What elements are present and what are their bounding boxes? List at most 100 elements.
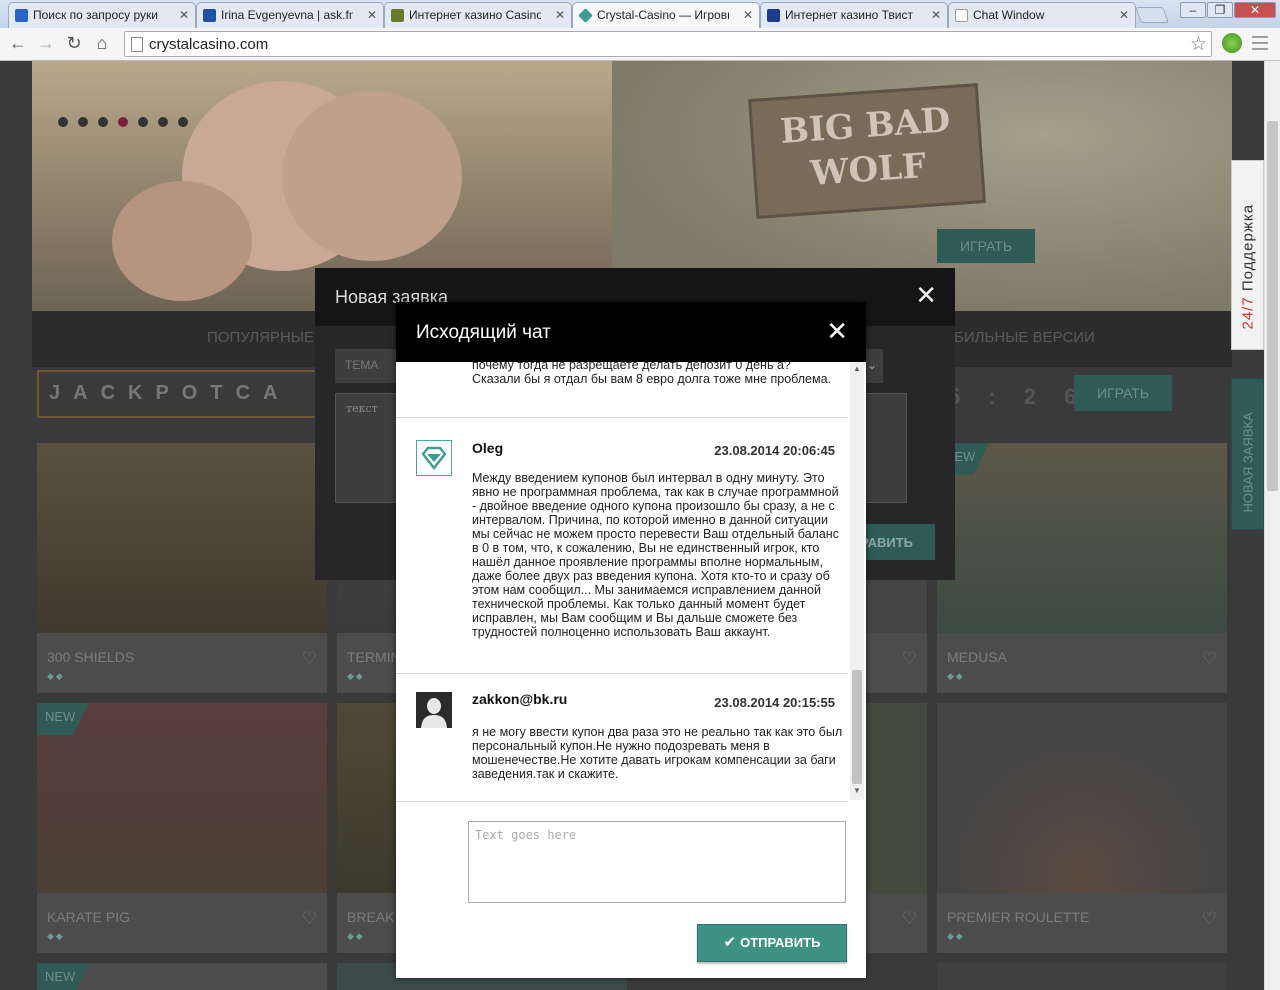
tab-close-icon[interactable]: ✕ [555,8,565,22]
browser-tab[interactable]: Irina Evgenyevna | ask.fm/ ✕ [196,2,384,28]
page-scrollbar-thumb[interactable] [1267,121,1278,491]
tab-close-icon[interactable]: ✕ [743,8,753,22]
bookmark-star-icon[interactable]: ☆ [1190,33,1207,56]
heart-icon[interactable]: ♡ [1202,909,1217,929]
close-icon[interactable]: ✕ [915,282,937,308]
nav-mobile[interactable]: БИЛЬНЫЕ ВЕРСИИ [954,329,1095,346]
heart-icon[interactable]: ♡ [902,649,917,669]
page-scrollbar[interactable] [1264,61,1280,990]
rating-diamonds: ◆◆ [947,671,965,681]
user-silhouette-icon [416,692,452,728]
game-card[interactable]: NEW KARATE PIG ♡ ◆◆ [37,703,327,953]
slider-dot[interactable] [58,117,68,127]
game-card[interactable]: 300 SHIELDS ♡ ◆◆ [37,443,327,693]
message-text: Между введением купонов был интервал в о… [472,471,839,639]
support-label: Поддержка [1239,203,1257,292]
heart-icon[interactable]: ♡ [1202,649,1217,669]
close-icon[interactable]: ✕ [826,318,848,344]
chat-history[interactable]: почему тогда не разрещаете делать депози… [396,362,866,802]
message-divider [396,801,848,802]
game-card[interactable] [937,963,1227,990]
diamond-icon [416,440,452,476]
browser-toolbar: ← → ↻ ⌂ crystalcasino.com ☆ — — — [0,28,1280,61]
game-card[interactable]: PREMIER ROULETTE ♡ ◆◆ [937,703,1227,953]
casino-icon [391,9,404,22]
new-tab-button[interactable] [1135,7,1169,23]
slider-dot-active[interactable] [118,117,128,127]
message-text: я не могу ввести купон два раза это не р… [472,725,843,781]
scroll-down-icon[interactable]: ▼ [853,786,861,795]
browser-tab[interactable]: Поиск по запросу руки ✕ [8,2,196,28]
banner-play-button[interactable]: ИГРАТЬ [937,229,1035,263]
slider-dot[interactable] [98,117,108,127]
game-card[interactable]: NEW MEDUSA ♡ ◆◆ [937,443,1227,693]
pig-image [282,91,462,261]
tab-label: Chat Window [973,8,1045,22]
heart-icon[interactable]: ♡ [902,909,917,929]
browser-tab[interactable]: Интернет казино Casinome ✕ [384,2,572,28]
twist-icon [767,9,780,22]
diamond-icon [578,8,593,23]
chevron-down-icon[interactable]: ⌄ [865,349,883,383]
tab-close-icon[interactable]: ✕ [367,8,377,22]
browser-tab[interactable]: Интернет казино Твист | К ✕ [760,2,948,28]
slider-dot[interactable] [138,117,148,127]
page-icon [955,9,968,22]
browser-tab-active[interactable]: Crystal-Casino — Игровые ✕ [572,2,760,28]
minimize-button[interactable]: – [1180,2,1206,18]
chat-input[interactable] [469,822,845,902]
browser-tab[interactable]: Chat Window ✕ [948,2,1136,28]
game-name: 300 SHIELDS [47,649,135,665]
new-request-side-tab[interactable]: НОВАЯ ЗАЯВКА [1231,378,1264,530]
forward-arrow-icon[interactable]: → [34,32,58,56]
window-close-button[interactable]: ✕ [1234,2,1276,18]
support-hours: 24/7 [1239,296,1257,330]
tab-label: Crystal-Casino — Игровые [597,8,729,22]
video-icon [15,9,28,22]
scroll-up-icon[interactable]: ▲ [853,364,861,373]
heart-icon[interactable]: ♡ [302,649,317,669]
chat-scrollbar-thumb[interactable] [852,670,862,784]
chat-input-box[interactable] [468,821,846,903]
slider-dot[interactable] [158,117,168,127]
game-name: BREAK [347,909,395,925]
jackpot-play-button[interactable]: ИГРАТЬ [1074,375,1172,411]
chat-send-button[interactable]: ✔ ОТПРАВИТЬ [697,924,847,962]
tab-close-icon[interactable]: ✕ [1119,8,1129,22]
slider-dot[interactable] [178,117,188,127]
outgoing-chat-modal: Исходящий чат ✕ почему тогда не разрещае… [396,302,866,978]
game-art [937,443,1227,633]
checkmark-icon: ✔ [723,934,737,951]
jackpot-logo: JACKPOTCA [37,370,327,418]
game-name: MEDUSA [947,649,1007,665]
chat-header: Исходящий чат ✕ [396,302,866,362]
support-tab[interactable]: 24/7 Поддержка [1231,160,1264,350]
browser-tabstrip: Поиск по запросу руки ✕ Irina Evgenyevna… [0,0,1280,28]
game-name: TERMIN [347,649,401,665]
address-bar[interactable]: crystalcasino.com ☆ [124,31,1212,57]
banner-logo: BIG BAD WOLF [748,83,986,219]
nav-popular[interactable]: ПОПУЛЯРНЫЕ [207,329,314,346]
previous-message-text: почему тогда не разрещаете делать депози… [472,362,832,386]
back-arrow-icon[interactable]: ← [6,32,30,56]
tab-close-icon[interactable]: ✕ [179,8,189,22]
game-art [37,443,327,633]
jackpot-timer: 5 : 2 6 [948,384,1088,409]
extension-icon[interactable] [1222,33,1242,53]
game-name: KARATE PIG [47,909,130,925]
slider-dot[interactable] [78,117,88,127]
message-divider [396,673,848,674]
game-art [937,703,1227,893]
reload-icon[interactable]: ↻ [62,32,86,56]
menu-icon[interactable]: — — — [1252,29,1268,57]
chat-title: Исходящий чат [416,322,551,343]
game-card[interactable]: NEW [37,963,327,990]
tab-close-icon[interactable]: ✕ [931,8,941,22]
home-icon[interactable]: ⌂ [90,32,114,56]
restore-button[interactable]: ❐ [1207,2,1233,18]
rating-diamonds: ◆◆ [347,931,365,941]
heart-icon[interactable]: ♡ [302,909,317,929]
chat-scrollbar[interactable]: ▲ ▼ [850,362,864,800]
message-divider [396,417,848,418]
page-icon [131,37,143,52]
